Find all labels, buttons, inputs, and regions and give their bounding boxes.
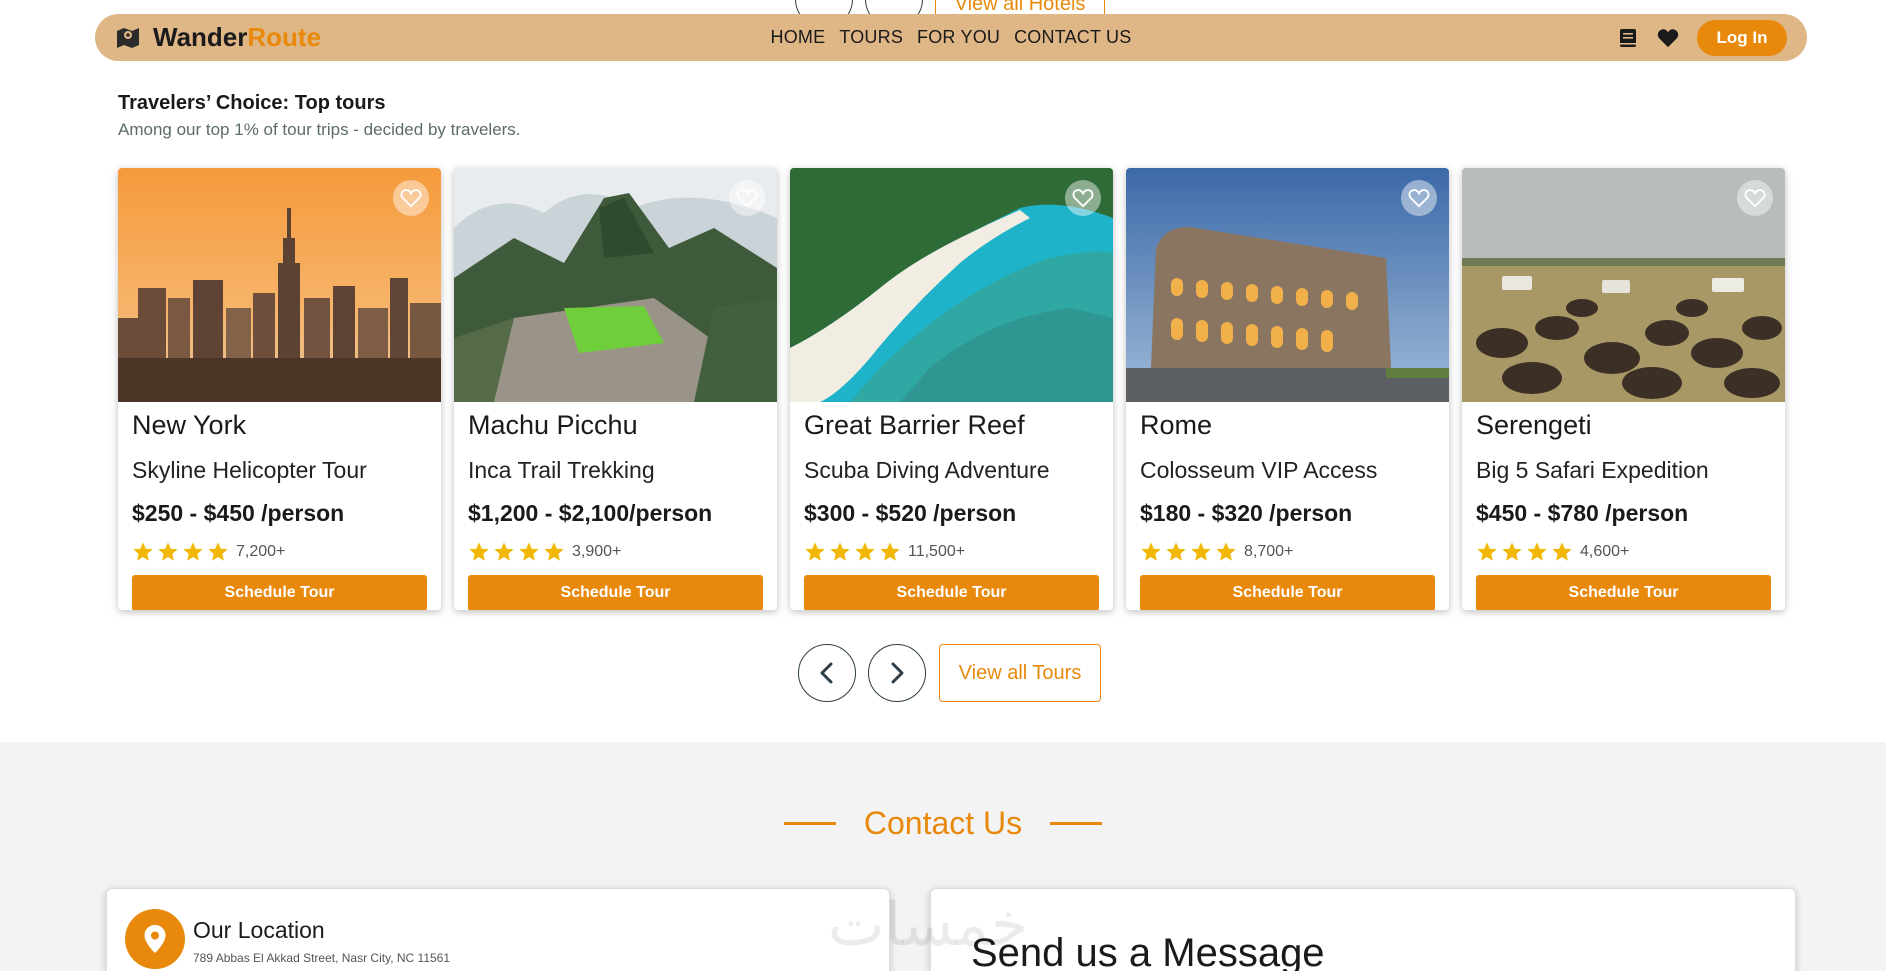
rating: 4,600+ — [1476, 541, 1771, 563]
star-icon — [158, 542, 178, 561]
schedule-tour-button[interactable]: Schedule Tour — [804, 575, 1099, 610]
tour-card[interactable]: Serengeti Big 5 Safari Expedition $450 -… — [1462, 168, 1785, 610]
tour-card[interactable]: Great Barrier Reef Scuba Diving Adventur… — [790, 168, 1113, 610]
location-card: Our Location 789 Abbas El Akkad Street, … — [106, 888, 890, 971]
nav-home[interactable]: HOME — [771, 27, 826, 48]
prev-button[interactable] — [798, 644, 856, 702]
tour-name: Colosseum VIP Access — [1140, 457, 1378, 483]
tour-name: Scuba Diving Adventure — [804, 457, 1050, 483]
section-subtitle: Among our top 1% of tour trips - decided… — [118, 120, 521, 139]
rome-colosseum-image — [1126, 168, 1449, 402]
tour-card[interactable]: Machu Picchu Inca Trail Trekking $1,200 … — [454, 168, 777, 610]
star-icon — [1527, 542, 1547, 561]
brand-name-part1: Wander — [153, 22, 248, 52]
chevron-left-icon — [820, 662, 833, 684]
login-button[interactable]: Log In — [1697, 19, 1787, 56]
tours-pager: View all Tours — [798, 644, 1101, 702]
star-icon — [208, 542, 228, 561]
star-icon — [1216, 542, 1236, 561]
section-title: Travelers’ Choice: Top tours — [118, 92, 386, 114]
favorite-heart-icon[interactable] — [1401, 180, 1437, 216]
location-pin-icon — [125, 909, 185, 969]
heading-divider — [783, 822, 836, 825]
star-icon — [1552, 542, 1572, 561]
schedule-tour-button[interactable]: Schedule Tour — [468, 575, 763, 610]
rating: 11,500+ — [804, 541, 1099, 563]
book-icon[interactable] — [1617, 27, 1639, 49]
star-icon — [1477, 542, 1497, 561]
tour-name: Skyline Helicopter Tour — [132, 457, 367, 483]
tour-name: Inca Trail Trekking — [468, 457, 655, 483]
brand-name-part2: Route — [247, 22, 322, 52]
location-title: Our Location — [193, 917, 325, 943]
tour-price: $300 - $520 /person — [804, 500, 1017, 526]
star-icon — [880, 542, 900, 561]
top-navbar: WanderRoute HOME TOURS FOR YOU CONTACT U… — [95, 14, 1807, 61]
great-barrier-reef-image — [790, 168, 1113, 402]
tour-price: $180 - $320 /person — [1140, 500, 1353, 526]
favorite-heart-icon[interactable] — [729, 180, 765, 216]
favorite-heart-icon[interactable] — [393, 180, 429, 216]
star-icon — [494, 542, 514, 561]
star-icon — [1502, 542, 1522, 561]
header-actions: Log In — [1617, 19, 1787, 56]
rating: 7,200+ — [132, 541, 427, 563]
star-icon — [133, 542, 153, 561]
review-count: 8,700+ — [1244, 543, 1294, 560]
star-icon — [469, 542, 489, 561]
tour-price: $1,200 - $2,100/person — [468, 500, 713, 526]
star-icon — [805, 542, 825, 561]
star-icon — [1166, 542, 1186, 561]
tour-place: Rome — [1140, 410, 1213, 440]
new-york-skyline-image — [118, 168, 441, 402]
schedule-tour-button[interactable]: Schedule Tour — [132, 575, 427, 610]
brand[interactable]: WanderRoute — [115, 22, 321, 53]
tour-place: Serengeti — [1476, 410, 1592, 440]
serengeti-safari-image — [1462, 168, 1785, 402]
tour-card[interactable]: Rome Colosseum VIP Access $180 - $320 /p… — [1126, 168, 1449, 610]
next-button[interactable] — [868, 644, 926, 702]
view-all-tours-button[interactable]: View all Tours — [939, 644, 1101, 702]
watermark: خمسات — [828, 890, 1029, 960]
favorite-heart-icon[interactable] — [1065, 180, 1101, 216]
review-count: 7,200+ — [236, 543, 286, 560]
review-count: 4,600+ — [1580, 543, 1630, 560]
schedule-tour-button[interactable]: Schedule Tour — [1476, 575, 1771, 610]
review-count: 11,500+ — [908, 543, 966, 560]
schedule-tour-button[interactable]: Schedule Tour — [1140, 575, 1435, 610]
tour-place: New York — [132, 410, 247, 440]
star-icon — [830, 542, 850, 561]
tour-card[interactable]: New York Skyline Helicopter Tour $250 - … — [118, 168, 441, 610]
chevron-right-icon — [891, 662, 904, 684]
rating: 8,700+ — [1140, 541, 1435, 563]
tour-cards: New York Skyline Helicopter Tour $250 - … — [118, 168, 1785, 610]
location-address: 789 Abbas El Akkad Street, Nasr City, NC… — [193, 951, 451, 965]
star-icon — [183, 542, 203, 561]
star-icon — [544, 542, 564, 561]
heart-icon[interactable] — [1657, 27, 1679, 49]
message-card: Send us a Message — [930, 888, 1796, 971]
main-nav: HOME TOURS FOR YOU CONTACT US — [95, 14, 1807, 61]
tour-name: Big 5 Safari Expedition — [1476, 457, 1709, 483]
star-icon — [1191, 542, 1211, 561]
tour-place: Machu Picchu — [468, 410, 638, 440]
tour-price: $450 - $780 /person — [1476, 500, 1689, 526]
machu-picchu-image — [454, 168, 777, 402]
favorite-heart-icon[interactable] — [1737, 180, 1773, 216]
tour-price: $250 - $450 /person — [132, 500, 345, 526]
nav-tours[interactable]: TOURS — [839, 27, 903, 48]
review-count: 3,900+ — [572, 543, 622, 560]
star-icon — [519, 542, 539, 561]
heading-divider — [1050, 822, 1103, 825]
rating: 3,900+ — [468, 541, 763, 563]
contact-heading: Contact Us — [0, 805, 1886, 842]
tour-place: Great Barrier Reef — [804, 410, 1025, 440]
star-icon — [855, 542, 875, 561]
contact-title: Contact Us — [863, 805, 1023, 841]
map-pin-logo-icon — [117, 27, 139, 48]
nav-for-you[interactable]: FOR YOU — [917, 27, 1000, 48]
star-icon — [1141, 542, 1161, 561]
nav-contact-us[interactable]: CONTACT US — [1014, 27, 1131, 48]
